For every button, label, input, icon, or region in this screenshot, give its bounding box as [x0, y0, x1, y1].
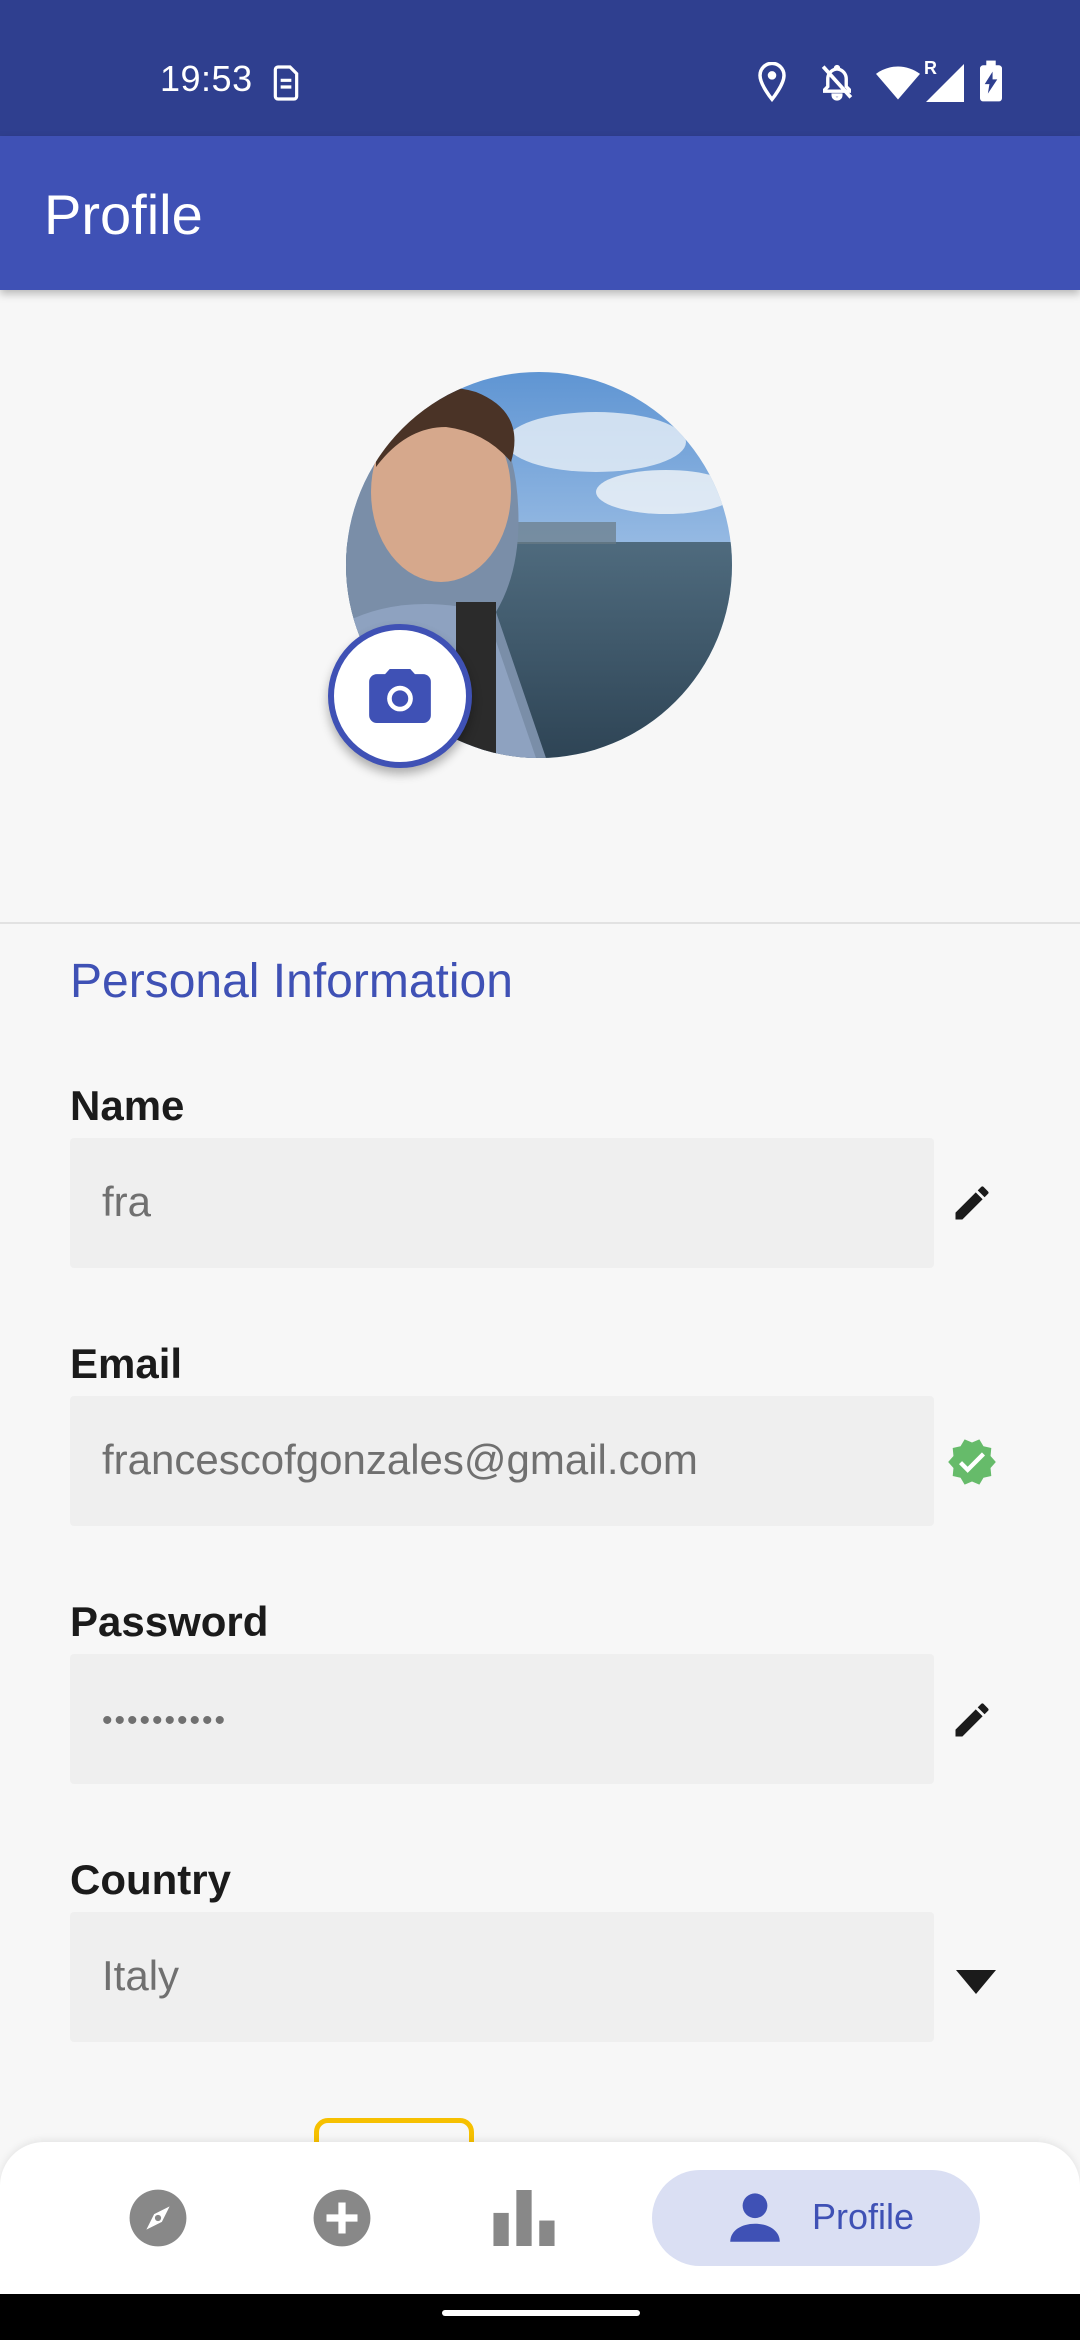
add-circle-icon	[313, 2189, 371, 2247]
email-verified-status	[944, 1434, 1000, 1490]
signal-icon	[926, 64, 964, 102]
nav-explore[interactable]	[110, 2170, 206, 2266]
nav-stats[interactable]	[476, 2170, 572, 2266]
sim-card-icon	[273, 65, 299, 101]
battery-charging-icon	[980, 60, 1002, 102]
nav-add[interactable]	[294, 2170, 390, 2266]
password-value: ••••••••••	[102, 1704, 228, 1737]
country-dropdown-button[interactable]	[948, 1954, 1004, 2010]
edit-password-button[interactable]	[944, 1692, 1000, 1748]
password-label: Password	[70, 1598, 269, 1645]
nav-profile[interactable]: Profile	[652, 2170, 980, 2266]
status-bar: 19:53 R	[0, 0, 1080, 136]
next-field-label-partial	[70, 2118, 270, 2142]
password-field[interactable]: ••••••••••	[70, 1654, 934, 1784]
name-field[interactable]: fra	[70, 1138, 934, 1268]
bar-chart-icon	[493, 2190, 555, 2246]
avatar-section	[0, 290, 1080, 924]
camera-icon	[369, 669, 431, 723]
section-title: Personal Information	[70, 955, 513, 1008]
explore-icon	[129, 2189, 187, 2247]
person-icon	[730, 2193, 780, 2242]
email-field[interactable]: francescofgonzales@gmail.com	[70, 1396, 934, 1526]
dropdown-arrow-icon	[956, 1970, 996, 1994]
bottom-navigation: Profile	[0, 2142, 1080, 2294]
page-title: Profile	[44, 183, 203, 246]
next-field-badge-partial	[314, 2118, 474, 2142]
app-bar: Profile	[0, 136, 1080, 290]
wifi-icon	[876, 66, 920, 100]
verified-icon	[948, 1439, 996, 1485]
country-label: Country	[70, 1856, 231, 1903]
edit-icon	[955, 1186, 989, 1220]
country-value: Italy	[102, 1952, 180, 1999]
email-value: francescofgonzales@gmail.com	[102, 1436, 698, 1483]
edit-icon	[955, 1703, 989, 1737]
next-field-partial	[70, 2118, 970, 2142]
gesture-navigation-bar	[0, 2294, 1080, 2340]
change-photo-button[interactable]	[328, 624, 472, 768]
home-gesture-handle[interactable]	[442, 2310, 640, 2316]
email-label: Email	[70, 1340, 183, 1387]
nav-profile-label: Profile	[812, 2196, 915, 2237]
name-value: fra	[102, 1178, 152, 1225]
country-select[interactable]: Italy	[70, 1912, 934, 2042]
name-label: Name	[70, 1082, 185, 1129]
notifications-off-icon	[821, 64, 853, 101]
edit-name-button[interactable]	[944, 1175, 1000, 1231]
location-icon	[758, 62, 786, 102]
status-time: 19:53	[160, 58, 253, 99]
